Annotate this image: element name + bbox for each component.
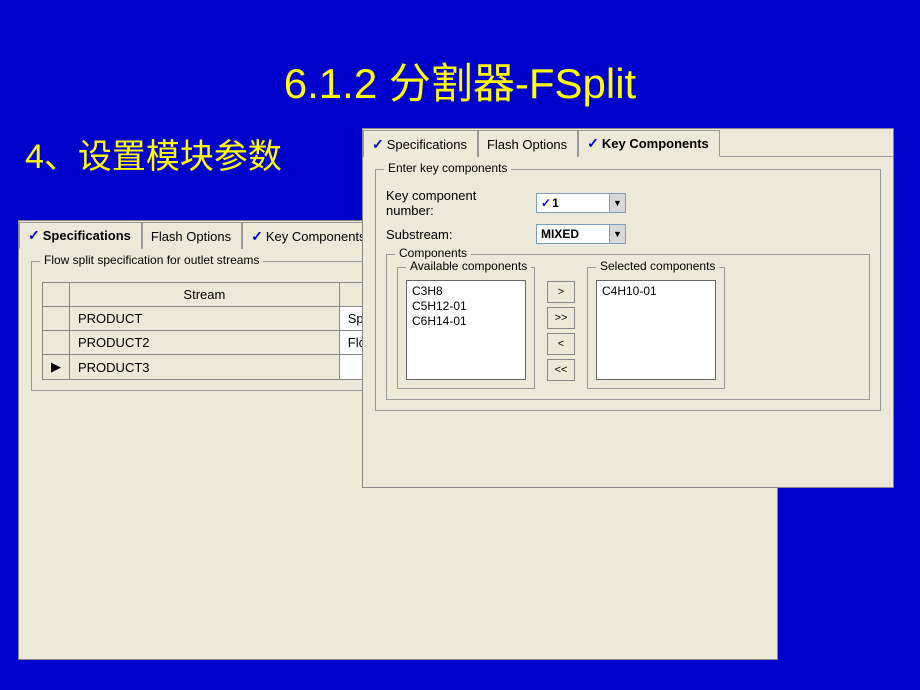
- check-icon: ✓: [587, 135, 599, 152]
- transfer-buttons: > >> < <<: [547, 267, 575, 381]
- tab-specifications[interactable]: ✓ Specifications: [19, 222, 142, 249]
- combo-value: 1: [552, 196, 559, 210]
- group-title: Components: [395, 246, 471, 260]
- enter-key-components-group: Enter key components Key component numbe…: [375, 169, 881, 411]
- selected-group: Selected components C4H10-01: [587, 267, 725, 389]
- available-label: Available components: [406, 259, 531, 273]
- selected-label: Selected components: [596, 259, 719, 273]
- tab-label: Specifications: [43, 228, 131, 243]
- key-component-combo[interactable]: ✓ 1 ▼: [536, 193, 626, 213]
- row-marker: [43, 307, 70, 331]
- list-item[interactable]: C5H12-01: [412, 299, 520, 314]
- list-item[interactable]: C3H8: [412, 284, 520, 299]
- check-icon: ✓: [372, 136, 384, 153]
- group-title: Enter key components: [384, 161, 511, 175]
- check-icon: ✓: [251, 228, 263, 245]
- chevron-down-icon: ▼: [609, 194, 625, 212]
- tab-key-components[interactable]: ✓ Key Components: [242, 222, 376, 249]
- key-component-label: Key component number:: [386, 188, 526, 218]
- substream-row: Substream: MIXED ▼: [386, 224, 870, 244]
- tab-label: Key Components: [266, 229, 366, 244]
- tab-label: Key Components: [602, 136, 709, 151]
- tab-specifications-2[interactable]: ✓ Specifications: [363, 130, 478, 157]
- tab-label: Flash Options: [487, 137, 567, 152]
- add-button[interactable]: >: [547, 281, 575, 303]
- components-group: Components Available components C3H8 C5H…: [386, 254, 870, 400]
- available-listbox[interactable]: C3H8 C5H12-01 C6H14-01: [406, 280, 526, 380]
- row-marker-active: ▶: [43, 355, 70, 380]
- chevron-down-icon: ▼: [609, 225, 625, 243]
- selected-listbox[interactable]: C4H10-01: [596, 280, 716, 380]
- list-item[interactable]: C4H10-01: [602, 284, 710, 299]
- tab-flash-options[interactable]: Flash Options: [142, 222, 242, 249]
- tab-flash-options-2[interactable]: Flash Options: [478, 130, 578, 157]
- page-title: 6.1.2 分割器-FSplit: [0, 0, 920, 121]
- check-icon: ✓: [28, 227, 40, 244]
- key-component-row: Key component number: ✓ 1 ▼: [386, 188, 870, 218]
- corner-header: [43, 283, 70, 307]
- stream-cell[interactable]: PRODUCT: [70, 307, 340, 331]
- stream-cell[interactable]: PRODUCT3: [70, 355, 340, 380]
- tab-key-components-2[interactable]: ✓ Key Components: [578, 130, 720, 157]
- row-marker: [43, 331, 70, 355]
- stream-cell[interactable]: PRODUCT2: [70, 331, 340, 355]
- col-stream: Stream: [70, 283, 340, 307]
- substream-combo[interactable]: MIXED ▼: [536, 224, 626, 244]
- check-icon: ✓: [541, 196, 551, 210]
- tab-label: Specifications: [387, 137, 467, 152]
- remove-button[interactable]: <: [547, 333, 575, 355]
- available-group: Available components C3H8 C5H12-01 C6H14…: [397, 267, 535, 389]
- list-item[interactable]: C6H14-01: [412, 314, 520, 329]
- tab-bar-2: ✓ Specifications Flash Options ✓ Key Com…: [363, 129, 893, 157]
- add-all-button[interactable]: >>: [547, 307, 575, 329]
- substream-label: Substream:: [386, 227, 526, 242]
- group-title: Flow split specification for outlet stre…: [40, 253, 263, 267]
- combo-value: MIXED: [541, 227, 579, 241]
- remove-all-button[interactable]: <<: [547, 359, 575, 381]
- key-components-panel: ✓ Specifications Flash Options ✓ Key Com…: [362, 128, 894, 488]
- tab-label: Flash Options: [151, 229, 231, 244]
